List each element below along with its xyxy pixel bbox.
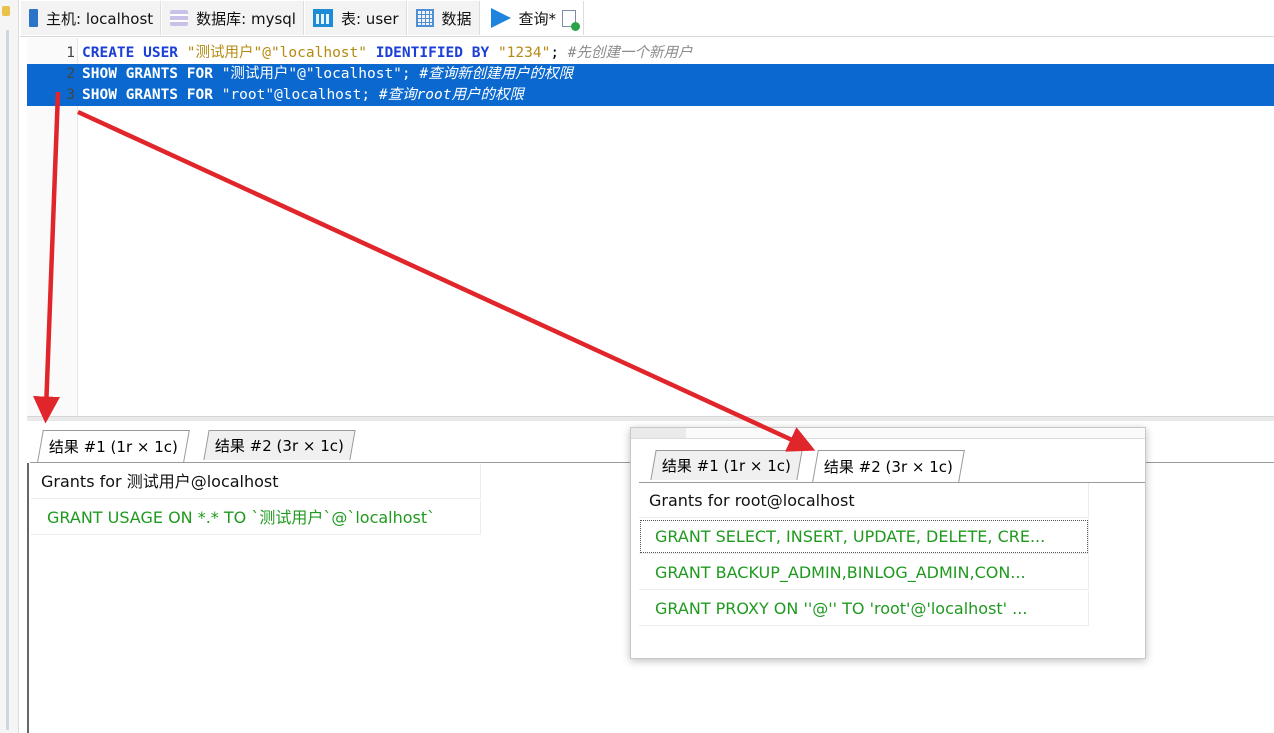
result-grid-2: Grants for root@localhost GRANT SELECT, …: [639, 483, 1089, 627]
code-token: "1234": [497, 45, 551, 61]
play-icon: [490, 8, 511, 28]
table-row[interactable]: GRANT USAGE ON *.* TO `测试用户`@`localhost`: [31, 500, 481, 535]
cell-value: GRANT PROXY ON ''@'' TO 'root'@'localhos…: [655, 599, 1028, 618]
line-number: 1: [66, 45, 75, 61]
tab-result-1-label: 结果 #1 (1r × 1c): [48, 438, 178, 456]
tab-data[interactable]: 数据: [406, 1, 480, 35]
editor-results-splitter[interactable]: [27, 416, 1274, 421]
cell-value: GRANT SELECT, INSERT, UPDATE, DELETE, CR…: [655, 527, 1046, 546]
tab-result-2[interactable]: 结果 #2 (3r × 1c): [203, 430, 356, 460]
column-header-label: Grants for root@localhost: [649, 491, 855, 510]
tab-host[interactable]: 主机: localhost: [20, 1, 162, 35]
table-icon: [312, 9, 333, 27]
left-panel-strip: [0, 0, 19, 733]
tab-table-label: 表: user: [340, 9, 399, 28]
code-line[interactable]: 2 SHOW GRANTS FOR "测试用户"@"localhost"; #查询…: [27, 64, 1274, 85]
code-token: "root"@localhost: [221, 87, 362, 103]
popup-toolbar: [631, 428, 1145, 439]
line-number: 2: [66, 66, 75, 82]
line-number: 3: [66, 87, 75, 103]
result-grid-1: Grants for 测试用户@localhost GRANT USAGE ON…: [31, 464, 481, 536]
column-header[interactable]: Grants for 测试用户@localhost: [31, 464, 481, 499]
tab-query-label: 查询*: [518, 9, 557, 28]
query-tab-bar: 主机: localhost 数据库: mysql 表: user 数据 查询*: [20, 0, 1274, 37]
code-token: IDENTIFIED BY: [375, 45, 498, 61]
tab-result-1[interactable]: 结果 #1 (1r × 1c): [37, 430, 190, 462]
tab-table[interactable]: 表: user: [303, 1, 407, 35]
sql-editor[interactable]: 1 CREATE USER "测试用户"@"localhost" IDENTIFI…: [27, 38, 1274, 416]
popup-tab-result-1-label: 结果 #1 (1r × 1c): [661, 457, 791, 475]
code-line[interactable]: 3 SHOW GRANTS FOR "root"@localhost; #查询ro…: [27, 85, 1274, 106]
popup-tab-result-2-label: 结果 #2 (3r × 1c): [823, 458, 953, 476]
column-header-label: Grants for 测试用户@localhost: [41, 472, 279, 491]
database-icon: [170, 10, 189, 26]
result-2-popup: 结果 #1 (1r × 1c) 结果 #2 (3r × 1c) Grants f…: [630, 427, 1146, 659]
code-text: CREATE USER "测试用户"@"localhost" IDENTIFIE…: [82, 43, 693, 64]
popup-tab-result-2[interactable]: 结果 #2 (3r × 1c): [812, 450, 965, 482]
table-row[interactable]: GRANT BACKUP_ADMIN,BINLOG_ADMIN,CON...: [639, 555, 1089, 590]
code-token: SHOW GRANTS FOR: [82, 66, 222, 82]
cell-value: GRANT USAGE ON *.* TO `测试用户`@`localhost`: [47, 508, 436, 527]
code-token: ;: [401, 66, 420, 82]
code-text: SHOW GRANTS FOR "root"@localhost; #查询roo…: [82, 85, 524, 106]
scrollbar[interactable]: [6, 30, 9, 730]
code-token: "测试用户"@"localhost": [186, 45, 376, 61]
tab-host-label: 主机: localhost: [46, 9, 154, 28]
code-text: SHOW GRANTS FOR "测试用户"@"localhost"; #查询新…: [82, 64, 573, 85]
code-token: SHOW GRANTS FOR: [82, 87, 222, 103]
popup-tab-result-1[interactable]: 结果 #1 (1r × 1c): [650, 450, 803, 480]
tab-data-label: 数据: [441, 9, 472, 28]
data-grid-icon: [415, 9, 434, 27]
code-token: #查询root用户的权限: [378, 87, 524, 103]
table-row[interactable]: GRANT PROXY ON ''@'' TO 'root'@'localhos…: [639, 591, 1089, 626]
tab-result-2-label: 结果 #2 (3r × 1c): [214, 437, 344, 455]
code-token: ;: [550, 45, 568, 61]
column-header[interactable]: Grants for root@localhost: [639, 483, 1089, 518]
code-token: CREATE USER: [82, 45, 187, 61]
popup-result-tabs: 结果 #1 (1r × 1c) 结果 #2 (3r × 1c): [639, 446, 1145, 483]
table-row[interactable]: GRANT SELECT, INSERT, UPDATE, DELETE, CR…: [639, 519, 1089, 554]
new-query-icon[interactable]: [562, 9, 581, 31]
host-icon: [29, 9, 38, 27]
tab-database[interactable]: 数据库: mysql: [161, 1, 304, 35]
cell-value: GRANT BACKUP_ADMIN,BINLOG_ADMIN,CON...: [655, 563, 1026, 582]
code-token: ;: [361, 87, 379, 103]
code-token: #先创建一个新用户: [567, 45, 693, 61]
tab-database-label: 数据库: mysql: [196, 9, 296, 28]
code-line[interactable]: 1 CREATE USER "测试用户"@"localhost" IDENTIFI…: [27, 43, 1274, 64]
tab-query[interactable]: 查询*: [479, 1, 585, 35]
code-token: #查询新创建用户的权限: [419, 66, 574, 82]
panel-border: [27, 463, 29, 733]
favorite-icon: [2, 6, 10, 16]
code-token: "测试用户"@"localhost": [221, 66, 402, 82]
